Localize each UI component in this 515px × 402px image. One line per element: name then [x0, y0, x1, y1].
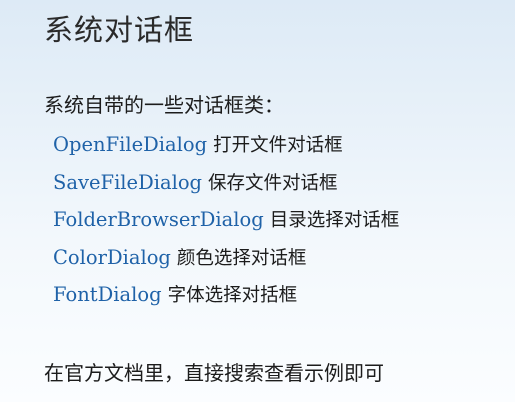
list-item-folderbrowserdialog: FolderBrowserDialog 目录选择对话框 [53, 205, 399, 243]
class-name: SaveFileDialog [53, 170, 203, 194]
class-description: 颜色选择对话框 [176, 247, 307, 269]
class-description: 保存文件对话框 [208, 172, 338, 194]
class-description: 字体选择对括框 [167, 285, 298, 306]
footer-text: 在官方文档里，直接搜索查看示例即可 [44, 361, 384, 385]
slide: 系统对话框 系统自带的一些对话框类： OpenFileDialog 打开文件对话框… [0, 0, 515, 402]
intro-text: 系统自带的一些对话框类： [44, 93, 284, 117]
list-item-fontdialog: FontDialog 字体选择对括框 [53, 280, 399, 318]
class-name: FontDialog [53, 283, 162, 306]
list-item-openfiledialog: OpenFileDialog 打开文件对话框 [53, 130, 399, 168]
class-name: OpenFileDialog [53, 133, 208, 156]
list-item-savefiledialog: SaveFileDialog 保存文件对话框 [53, 168, 399, 206]
class-description: 目录选择对话框 [269, 210, 400, 231]
dialog-class-list: OpenFileDialog 打开文件对话框 SaveFileDialog 保存文件… [53, 130, 399, 318]
list-item-colordialog: ColorDialog 颜色选择对话框 [53, 243, 399, 281]
class-name: ColorDialog [53, 245, 171, 269]
class-name: FolderBrowserDialog [53, 208, 264, 231]
class-description: 打开文件对话框 [213, 135, 343, 156]
slide-title: 系统对话框 [44, 13, 195, 47]
